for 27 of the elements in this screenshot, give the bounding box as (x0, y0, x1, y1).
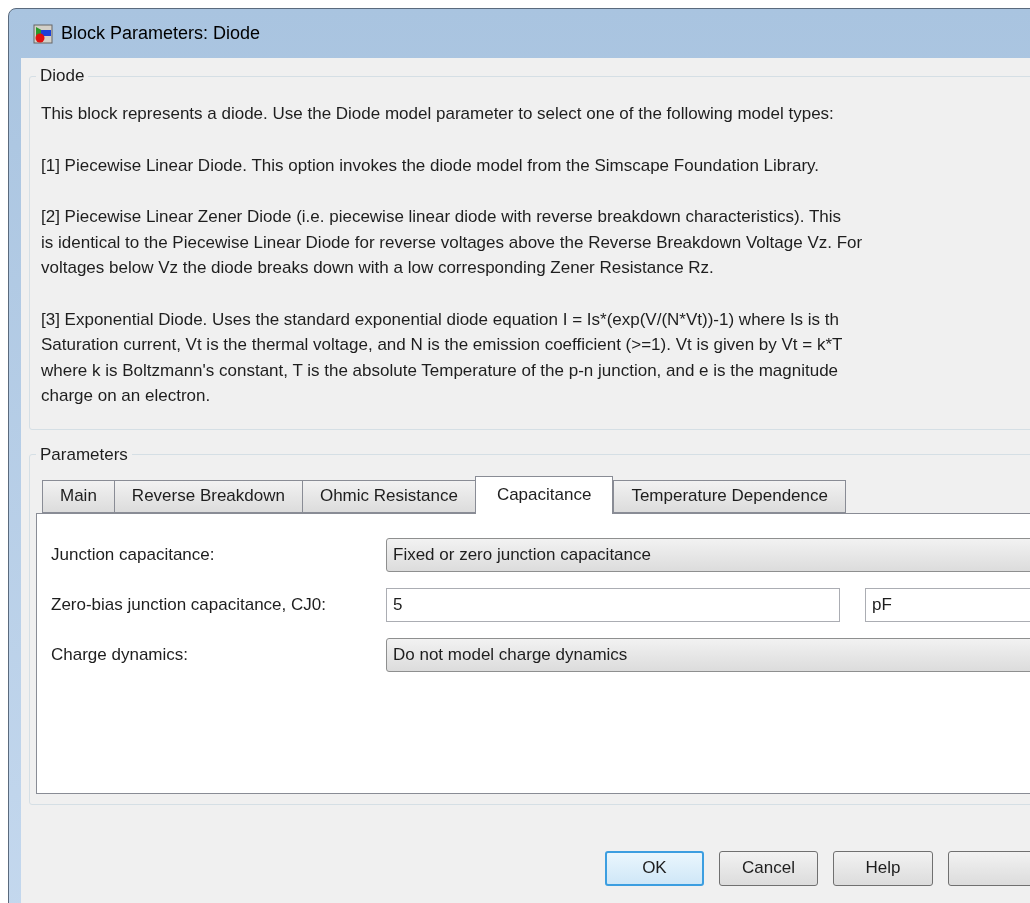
field-label: Charge dynamics: (51, 643, 189, 666)
unit-field[interactable]: pF (865, 587, 1030, 622)
description-text: voltages below Vz the diode breaks down with a low corresponding Zener Resistance Rz. (41, 257, 714, 279)
description-text: where k is Boltzmann's constant, T is the absolute Temperature of the p-n junction, and e is the magnitude (41, 359, 839, 382)
description-text: is identical to the Piecewise Linear Diode for reverse voltages above the Reverse Breakdown Voltage Vz. For (41, 231, 863, 254)
tab[interactable]: Ohmic Resistance (301, 479, 476, 513)
description-text: [2] Piecewise Linear Zener Diode (i.e. piecewise linear diode with reverse breakdown characteristics). This (41, 206, 841, 228)
tab[interactable]: Temperature Dependence (613, 479, 846, 513)
field-label: Zero-bias junction capacitance, CJ0: (51, 593, 327, 616)
block-app-icon (33, 23, 53, 44)
field-label: Junction capacitance: (51, 543, 216, 566)
dialog-button[interactable]: Help (833, 850, 933, 886)
dialog-button[interactable]: OK (605, 850, 704, 886)
dropdown[interactable]: Fixed or zero junction capacitance (386, 537, 1030, 572)
tab[interactable]: Reverse Breakdown (113, 479, 303, 513)
dialog-button[interactable]: Cancel (718, 850, 819, 886)
window-title: Block Parameters: Diode (61, 22, 261, 45)
description-text: This block represents a diode. Use the Diode model parameter to select one of the following model types: (41, 103, 834, 125)
tab[interactable]: Main (42, 479, 115, 513)
dropdown[interactable]: Do not model charge dynamics (386, 637, 1030, 672)
description-text: [3] Exponential Diode. Uses the standard exponential diode equation I = Is*(exp(V/(N*Vt))-1) where Is is th (41, 308, 839, 331)
button-edge[interactable] (947, 850, 1030, 886)
description-text: Saturation current, Vt is the thermal voltage, and N is the emission coefficient (>=1). Vt is given by Vt = k*T (41, 334, 843, 356)
tab[interactable]: Capacitance (474, 475, 614, 514)
input-field[interactable]: 5 (386, 587, 840, 622)
description-text: charge on an electron. (41, 385, 211, 407)
description-text: [1] Piecewise Linear Diode. This option invokes the diode model from the Simscape Foundation Library. (41, 154, 819, 177)
